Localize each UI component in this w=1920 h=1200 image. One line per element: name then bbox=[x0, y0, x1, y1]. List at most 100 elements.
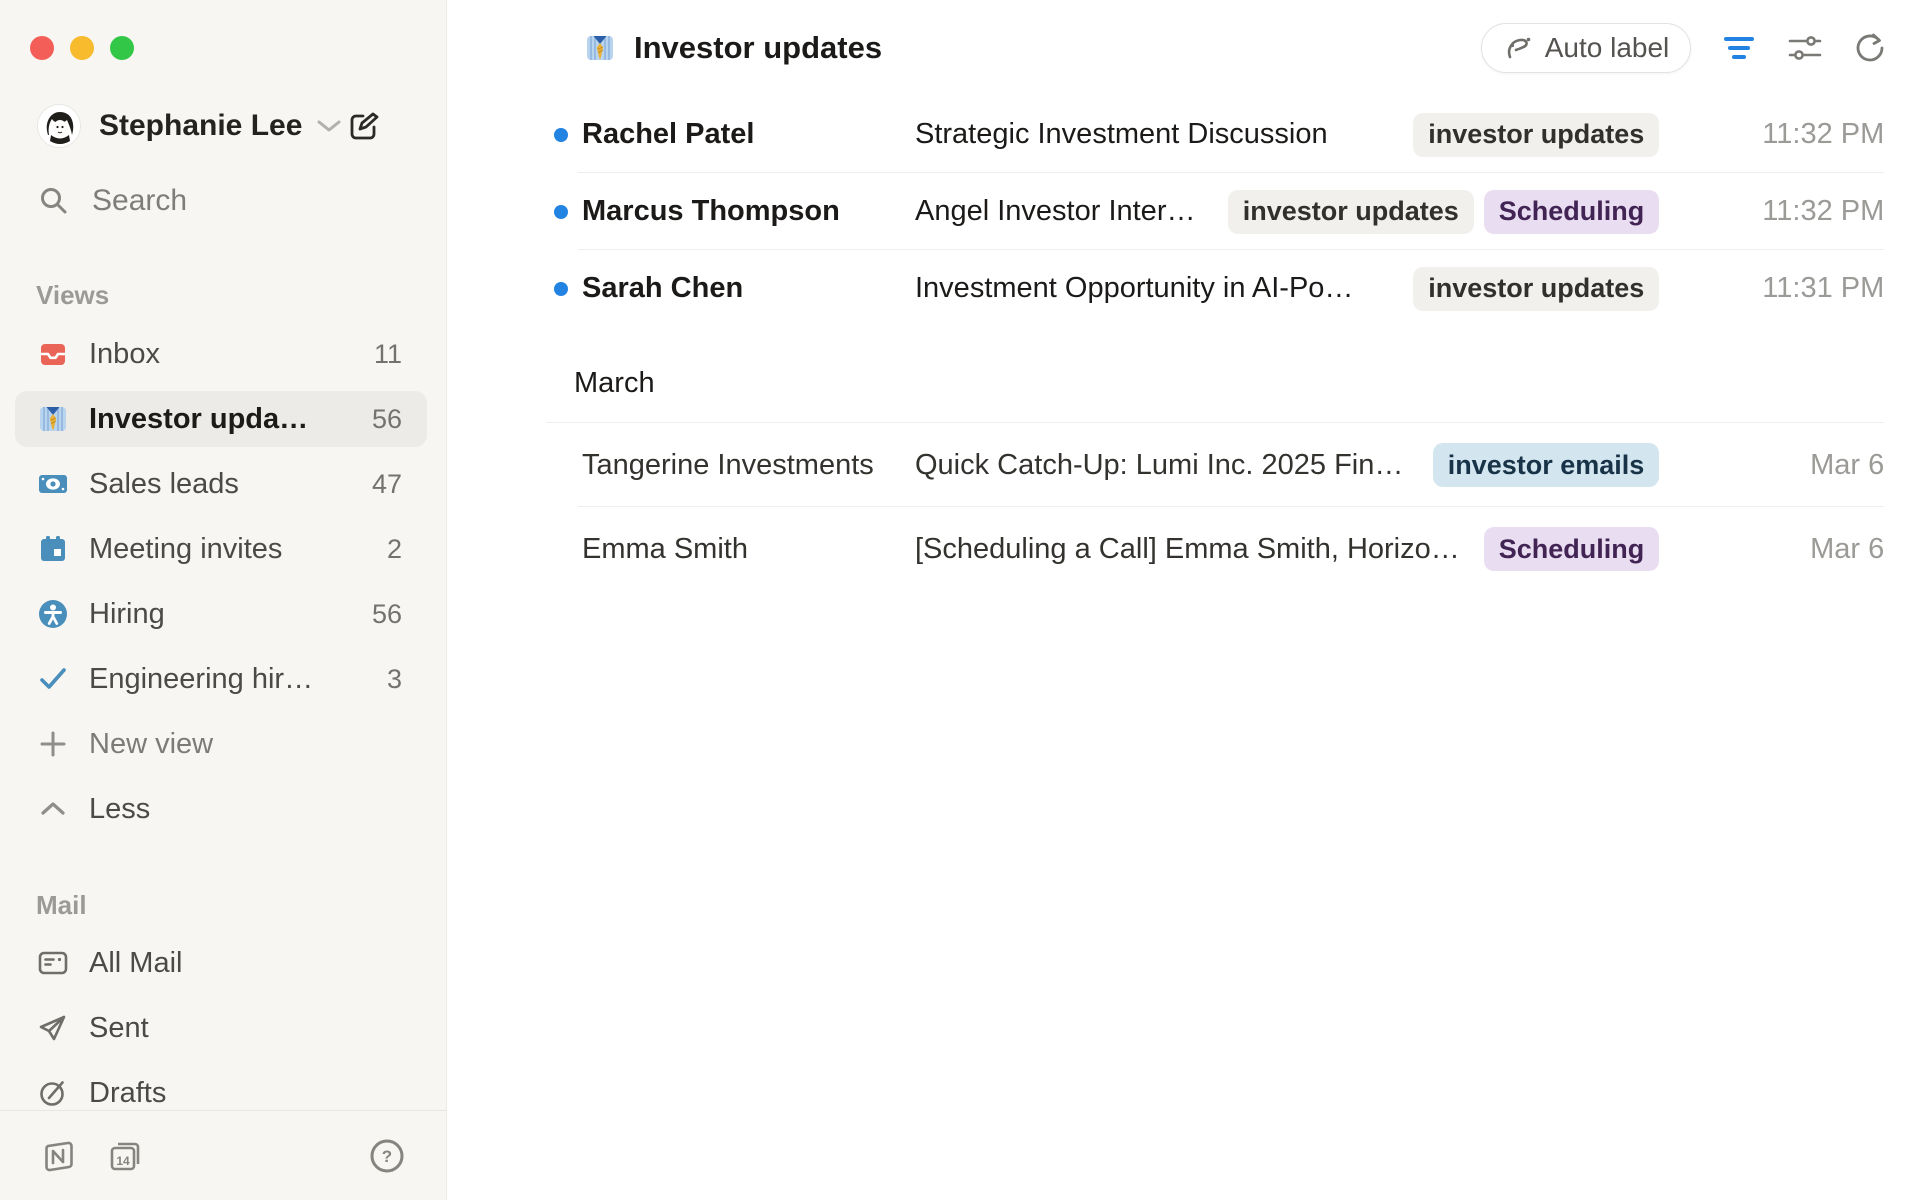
sidebar-item-engineering-hiring[interactable]: Engineering hir… 3 bbox=[15, 651, 427, 707]
account-switcher[interactable]: Stephanie Lee bbox=[37, 104, 416, 148]
sidebar-item-count: 11 bbox=[374, 339, 402, 370]
sidebar-item-sales-leads[interactable]: Sales leads 47 bbox=[15, 456, 427, 512]
sliders-icon[interactable] bbox=[1787, 33, 1823, 63]
minimize-button[interactable] bbox=[70, 36, 94, 60]
unread-dot bbox=[554, 128, 568, 142]
sidebar-item-label: Meeting invites bbox=[89, 533, 282, 566]
filter-icon[interactable] bbox=[1721, 33, 1757, 63]
svg-text:14: 14 bbox=[116, 1154, 130, 1168]
email-sender: Sarah Chen bbox=[582, 272, 915, 305]
chevron-down-icon bbox=[316, 118, 342, 134]
email-row[interactable]: Emma Smith [Scheduling a Call] Emma Smit… bbox=[546, 507, 1884, 591]
plus-icon bbox=[37, 728, 69, 760]
email-subject: Strategic Investment Discussion bbox=[915, 118, 1413, 151]
email-time: Mar 6 bbox=[1659, 533, 1884, 566]
views-list: Inbox 11 Investor upda… 56 bbox=[15, 326, 427, 846]
label-chip[interactable]: investor updates bbox=[1413, 267, 1659, 311]
page-title: Investor updates bbox=[634, 30, 882, 66]
label-chip[interactable]: investor emails bbox=[1433, 443, 1660, 487]
check-icon bbox=[37, 663, 69, 695]
unread-dot bbox=[554, 205, 568, 219]
email-subject: Angel Investor Inter… bbox=[915, 195, 1228, 228]
traffic-lights bbox=[30, 36, 134, 60]
email-row[interactable]: Rachel Patel Strategic Investment Discus… bbox=[546, 96, 1884, 173]
search-icon bbox=[38, 185, 70, 217]
email-subject: Investment Opportunity in AI-Po… bbox=[915, 272, 1413, 305]
sidebar-item-inbox[interactable]: Inbox 11 bbox=[15, 326, 427, 382]
all-mail-icon bbox=[37, 947, 69, 979]
email-labels: Scheduling bbox=[1484, 527, 1660, 571]
zoom-button[interactable] bbox=[110, 36, 134, 60]
sidebar-item-meeting-invites[interactable]: Meeting invites 2 bbox=[15, 521, 427, 577]
email-labels: investor updates bbox=[1413, 113, 1659, 157]
necktie-icon bbox=[37, 403, 69, 435]
sidebar-item-hiring[interactable]: Hiring 56 bbox=[15, 586, 427, 642]
sidebar: Stephanie Lee Search Views bbox=[0, 0, 446, 1200]
help-icon[interactable]: ? bbox=[368, 1137, 406, 1175]
sidebar-item-count: 2 bbox=[387, 534, 402, 565]
email-sender: Rachel Patel bbox=[582, 118, 915, 151]
email-time: Mar 6 bbox=[1659, 449, 1884, 482]
header-controls: Auto label bbox=[1481, 23, 1888, 73]
section-label: March bbox=[574, 367, 655, 400]
email-time: 11:32 PM bbox=[1659, 118, 1884, 151]
svg-text:?: ? bbox=[382, 1147, 392, 1166]
chevron-up-icon bbox=[37, 793, 69, 825]
less-button[interactable]: Less bbox=[15, 781, 427, 837]
sidebar-item-label: Less bbox=[89, 793, 150, 826]
sidebar-item-sent[interactable]: Sent bbox=[15, 1000, 427, 1056]
main-panel: Investor updates Auto label bbox=[446, 0, 1920, 1200]
view-header: Investor updates Auto label bbox=[447, 0, 1920, 96]
mail-app-window: Stephanie Lee Search Views bbox=[0, 0, 1920, 1200]
label-chip[interactable]: Scheduling bbox=[1484, 527, 1660, 571]
label-chip[interactable]: Scheduling bbox=[1484, 190, 1660, 234]
sidebar-bottom-bar: 14 ? bbox=[0, 1110, 446, 1200]
email-labels: investor updates bbox=[1413, 267, 1659, 311]
email-subject: [Scheduling a Call] Emma Smith, Horizo… bbox=[915, 533, 1484, 566]
email-subject: Quick Catch-Up: Lumi Inc. 2025 Fin… bbox=[915, 449, 1433, 482]
sidebar-item-label: Hiring bbox=[89, 598, 165, 631]
email-row[interactable]: Sarah Chen Investment Opportunity in AI-… bbox=[546, 250, 1884, 327]
calendar-icon bbox=[37, 533, 69, 565]
label-chip[interactable]: investor updates bbox=[1228, 190, 1474, 234]
profile-name: Stephanie Lee bbox=[99, 109, 302, 143]
inbox-icon bbox=[37, 338, 69, 370]
sidebar-item-label: All Mail bbox=[89, 947, 182, 980]
sidebar-item-all-mail[interactable]: All Mail bbox=[15, 935, 427, 991]
mail-section-label: Mail bbox=[36, 890, 87, 921]
sidebar-item-label: Drafts bbox=[89, 1077, 166, 1110]
views-section-label: Views bbox=[36, 280, 109, 311]
email-row[interactable]: Marcus Thompson Angel Investor Inter… in… bbox=[546, 173, 1884, 250]
email-sender: Tangerine Investments bbox=[582, 449, 915, 482]
auto-label-label: Auto label bbox=[1545, 32, 1670, 64]
sidebar-item-investor-updates[interactable]: Investor upda… 56 bbox=[15, 391, 427, 447]
unread-indicator bbox=[546, 205, 582, 219]
auto-label-button[interactable]: Auto label bbox=[1481, 23, 1692, 73]
sidebar-item-count: 3 bbox=[387, 664, 402, 695]
email-sender: Emma Smith bbox=[582, 533, 915, 566]
mail-list: All Mail Sent Drafts bbox=[15, 935, 427, 1130]
sidebar-item-label: Engineering hir… bbox=[89, 663, 313, 696]
unread-dot bbox=[554, 282, 568, 296]
person-icon bbox=[37, 598, 69, 630]
date-section-header: March bbox=[546, 327, 1884, 423]
search-input[interactable]: Search bbox=[38, 184, 187, 218]
close-button[interactable] bbox=[30, 36, 54, 60]
calendar-14-icon[interactable]: 14 bbox=[106, 1137, 144, 1175]
sidebar-item-label: Inbox bbox=[89, 338, 160, 371]
sidebar-item-label: New view bbox=[89, 728, 213, 761]
email-time: 11:32 PM bbox=[1659, 195, 1884, 228]
email-row[interactable]: Tangerine Investments Quick Catch-Up: Lu… bbox=[546, 423, 1884, 507]
sidebar-item-label: Sent bbox=[89, 1012, 149, 1045]
email-labels: investor emails bbox=[1433, 443, 1660, 487]
sidebar-item-count: 56 bbox=[372, 404, 402, 435]
notion-icon[interactable] bbox=[40, 1137, 78, 1175]
sidebar-item-count: 47 bbox=[372, 469, 402, 500]
unread-indicator bbox=[546, 282, 582, 296]
compose-icon[interactable] bbox=[344, 104, 382, 148]
refresh-icon[interactable] bbox=[1853, 31, 1887, 65]
label-chip[interactable]: investor updates bbox=[1413, 113, 1659, 157]
banknote-icon bbox=[37, 468, 69, 500]
drafts-icon bbox=[37, 1077, 69, 1109]
new-view-button[interactable]: New view bbox=[15, 716, 427, 772]
